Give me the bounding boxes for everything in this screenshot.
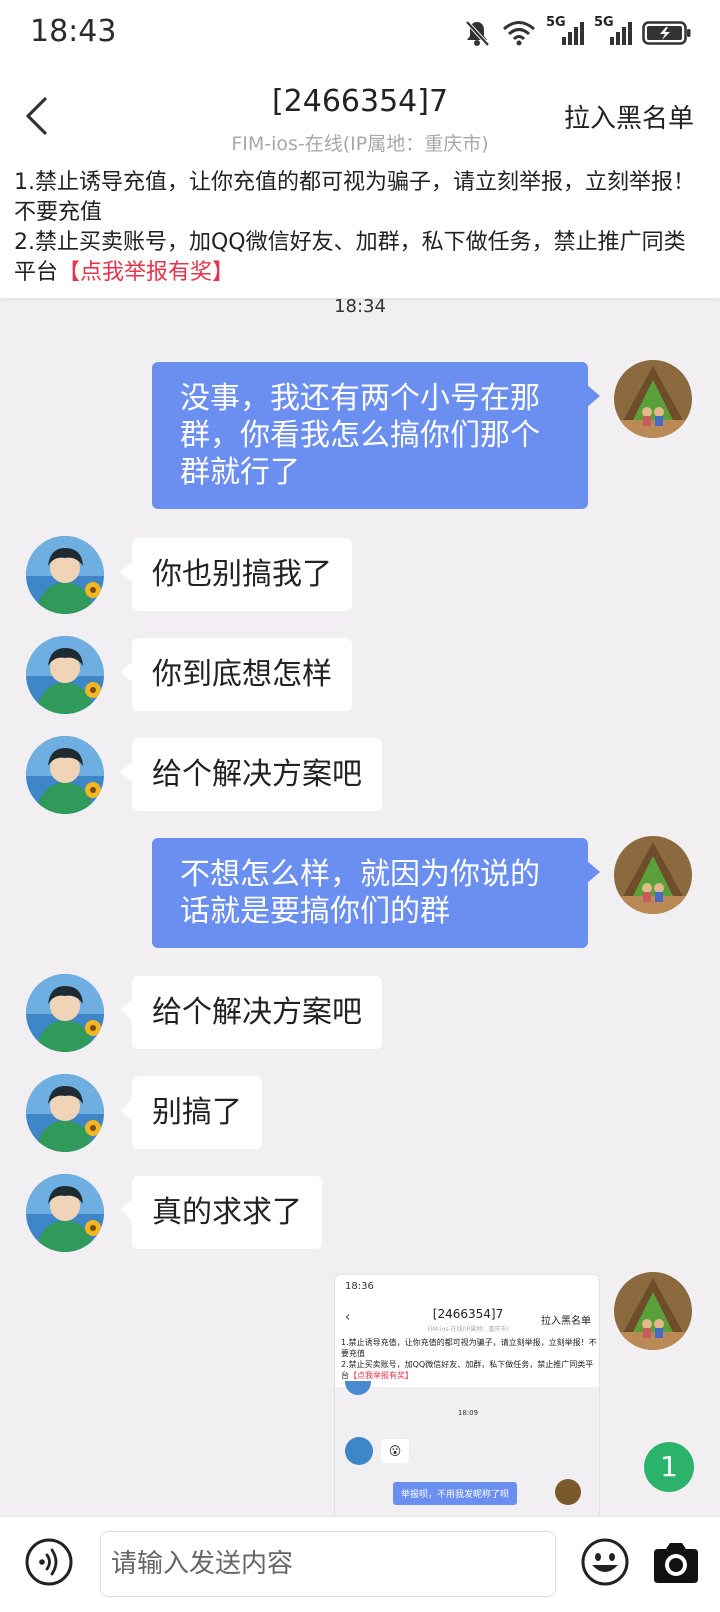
my-avatar[interactable] — [614, 360, 692, 438]
screenshot-avatar — [345, 1437, 373, 1465]
screenshot-chat-time: 18:09 — [457, 1409, 479, 1417]
screenshot-notice: 1.禁止诱导充值，让你充值的都可视为骗子，请立刻举报，立刻举报！不要充值 2.禁… — [341, 1338, 597, 1380]
contact-avatar[interactable] — [26, 1074, 104, 1152]
contact-message-bubble[interactable]: 你到底想怎样 — [120, 638, 352, 711]
screenshot-status-time: 18:36 — [345, 1281, 374, 1292]
my-message-bubble[interactable]: 没事，我还有两个小号在那群，你看我怎么搞你们那个群就行了 — [152, 362, 600, 509]
my-avatar[interactable] — [614, 1272, 692, 1350]
status-time: 18:43 — [30, 14, 117, 49]
message-input[interactable] — [100, 1531, 556, 1597]
chat-header: [2466354]7 FIM-ios-在线(IP属地：重庆市) 拉入黑名单 — [0, 68, 720, 162]
screenshot-emoji: 😮 — [381, 1439, 409, 1463]
blacklist-button[interactable]: 拉入黑名单 — [564, 98, 694, 135]
contact-message-bubble[interactable]: 真的求求了 — [120, 1176, 322, 1249]
screenshot-avatar — [555, 1479, 581, 1505]
contact-message-bubble[interactable]: 别搞了 — [120, 1076, 262, 1149]
emoji-button[interactable] — [580, 1537, 630, 1587]
my-avatar[interactable] — [614, 836, 692, 914]
notice-line-2: 2.禁止买卖账号，加QQ微信好友、加群，私下做任务，禁止推广同类平台【点我举报有… — [14, 230, 686, 285]
voice-button[interactable] — [24, 1537, 74, 1587]
contact-avatar[interactable] — [26, 636, 104, 714]
contact-avatar[interactable] — [26, 1174, 104, 1252]
my-message-bubble[interactable]: 不想怎么样，就因为你说的话就是要搞你们的群 — [152, 838, 600, 948]
chat-timestamp: 18:34 — [334, 296, 386, 317]
contact-avatar[interactable] — [26, 736, 104, 814]
camera-icon — [654, 1543, 698, 1583]
contact-message-bubble[interactable]: 给个解决方案吧 — [120, 976, 382, 1049]
unread-count-badge[interactable]: 1 — [644, 1442, 694, 1492]
notice-line-1: 1.禁止诱导充值，让你充值的都可视为骗子，请立刻举报，立刻举报！不要充值 — [14, 170, 695, 225]
screenshot-chat-area: 18:09 😮 举报呗，不用我发昵称了呗 — [335, 1381, 599, 1527]
status-bar: 18:43 5G 5G — [0, 0, 720, 68]
wifi-icon — [503, 21, 535, 46]
camera-button[interactable] — [650, 1539, 702, 1587]
screenshot-blacklist-label: 拉入黑名单 — [541, 1316, 591, 1327]
contact-message-bubble[interactable]: 你也别搞我了 — [120, 538, 352, 611]
report-link[interactable]: 【点我举报有奖】 — [58, 260, 234, 285]
mute-icon — [465, 20, 490, 47]
contact-avatar[interactable] — [26, 974, 104, 1052]
emoji-icon — [581, 1538, 629, 1586]
contact-message-bubble[interactable]: 给个解决方案吧 — [120, 738, 382, 811]
screenshot-avatar — [345, 1381, 371, 1395]
screenshot-bubble: 举报呗，不用我发昵称了呗 — [393, 1482, 518, 1505]
rules-notice: 1.禁止诱导充值，让你充值的都可视为骗子，请立刻举报，立刻举报！不要充值 2.禁… — [0, 162, 720, 298]
status-icons: 5G 5G — [462, 15, 692, 48]
screenshot-image-message[interactable]: 18:36 ‹ [2466354]7 FIM-ios-在线(IP属地：重庆市) … — [334, 1274, 600, 1528]
input-bar — [0, 1516, 720, 1612]
signal-5g-icon-1: 5G — [546, 15, 584, 47]
contact-avatar[interactable] — [26, 536, 104, 614]
voice-icon — [25, 1538, 73, 1586]
battery-charging-icon — [642, 21, 691, 45]
signal-5g-icon-2: 5G — [594, 15, 632, 47]
